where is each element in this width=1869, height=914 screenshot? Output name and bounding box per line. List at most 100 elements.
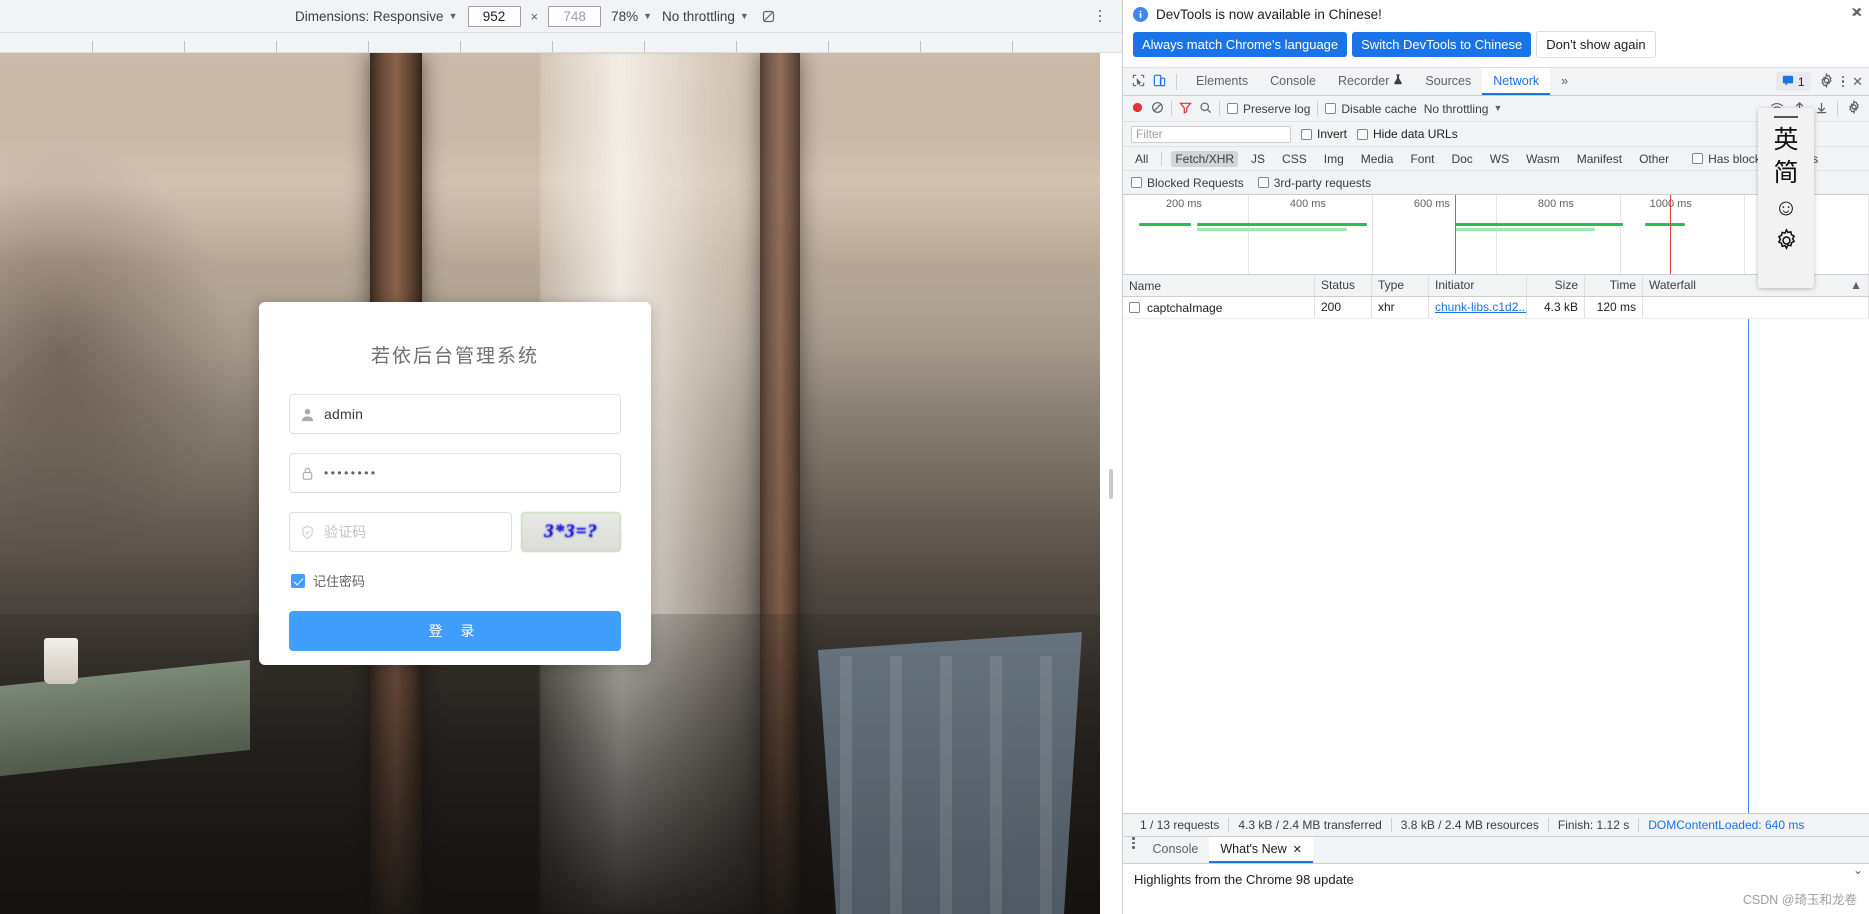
viewport-width-input[interactable]: 952 <box>467 5 521 27</box>
remember-me-row[interactable]: 记住密码 <box>291 571 621 590</box>
issues-counter[interactable]: 1 <box>1775 72 1811 91</box>
type-filter-wasm[interactable]: Wasm <box>1522 151 1564 167</box>
column-header-initiator[interactable]: Initiator <box>1429 275 1527 296</box>
drag-handle-icon[interactable] <box>1774 116 1798 118</box>
clear-icon[interactable] <box>1151 101 1164 117</box>
remember-me-checkbox[interactable] <box>291 573 305 588</box>
password-field[interactable]: •••••••• <box>289 453 621 493</box>
chevron-down-icon: ▼ <box>643 10 653 21</box>
drawer-tab-console[interactable]: Console <box>1142 837 1210 863</box>
column-header-waterfall[interactable]: Waterfall ▲ <box>1643 275 1869 296</box>
type-filter-all[interactable]: All <box>1131 151 1152 167</box>
gear-icon[interactable] <box>1819 72 1834 91</box>
third-party-requests-label: 3rd-party requests <box>1273 175 1372 190</box>
close-icon[interactable]: ✕ <box>1852 74 1863 90</box>
column-header-size[interactable]: Size <box>1527 275 1585 296</box>
type-filter-ws[interactable]: WS <box>1486 151 1513 167</box>
throttling-label: No throttling <box>1423 101 1489 116</box>
tab-network[interactable]: Network <box>1482 68 1551 95</box>
type-filter-js[interactable]: JS <box>1247 151 1269 167</box>
tab-recorder[interactable]: Recorder <box>1327 68 1414 95</box>
tab-label: Console <box>1270 73 1316 88</box>
filter-input[interactable]: Filter <box>1131 125 1291 143</box>
type-filter-manifest[interactable]: Manifest <box>1573 151 1626 167</box>
type-filter-media[interactable]: Media <box>1357 151 1398 167</box>
tab-overflow-button[interactable]: » <box>1550 68 1579 95</box>
rotate-icon[interactable] <box>759 7 778 26</box>
table-row[interactable]: captchaImage 200 xhr chunk-libs.c1d2... … <box>1123 297 1869 319</box>
checkbox-box <box>1325 103 1337 114</box>
password-value: •••••••• <box>324 466 378 480</box>
blocked-requests-label: Blocked Requests <box>1147 175 1244 190</box>
zoom-dropdown[interactable]: 78% ▼ <box>611 9 652 24</box>
column-header-type[interactable]: Type <box>1372 275 1429 296</box>
third-party-requests-checkbox[interactable]: 3rd-party requests <box>1257 175 1372 190</box>
drawer-tab-whats-new[interactable]: What's New ✕ <box>1209 837 1313 863</box>
disable-cache-checkbox[interactable]: Disable cache <box>1325 102 1417 116</box>
ime-script-toggle[interactable]: 简 <box>1773 159 1798 186</box>
invert-checkbox[interactable]: Invert <box>1301 127 1347 141</box>
hide-data-urls-checkbox[interactable]: Hide data URLs <box>1357 127 1458 141</box>
dont-show-again-button[interactable]: Don't show again <box>1536 31 1656 58</box>
type-filter-font[interactable]: Font <box>1406 151 1438 167</box>
cell-name[interactable]: captchaImage <box>1123 297 1315 318</box>
initiator-link[interactable]: chunk-libs.c1d2... <box>1435 300 1526 314</box>
search-icon[interactable] <box>1199 101 1212 117</box>
smiley-icon[interactable]: ☺ <box>1774 194 1797 221</box>
dimensions-dropdown[interactable]: Dimensions: Responsive ▼ <box>295 9 458 24</box>
status-resources: 3.8 kB / 2.4 MB resources <box>1392 818 1549 832</box>
cell-initiator[interactable]: chunk-libs.c1d2... <box>1429 297 1527 318</box>
record-icon[interactable] <box>1131 101 1144 117</box>
type-filter-img[interactable]: Img <box>1320 151 1348 167</box>
checkbox-box <box>1301 128 1312 140</box>
column-header-status[interactable]: Status <box>1315 275 1372 296</box>
type-filter-css[interactable]: CSS <box>1278 151 1311 167</box>
preserve-log-checkbox[interactable]: Preserve log <box>1227 102 1310 116</box>
captcha-image[interactable]: 3*3=? <box>521 512 621 552</box>
throttling-dropdown[interactable]: No throttling ▼ <box>662 9 749 24</box>
drawer-collapse-icon[interactable]: ⌄ <box>1853 863 1863 877</box>
viewport-height-input[interactable]: 748 <box>548 5 602 27</box>
always-match-language-button[interactable]: Always match Chrome's language <box>1133 32 1348 57</box>
drawer-tab-label: What's New <box>1220 842 1287 856</box>
gear-icon[interactable] <box>1847 99 1861 117</box>
filter-icon[interactable] <box>1179 101 1192 117</box>
network-throttling-dropdown[interactable]: No throttling ▼ <box>1424 102 1503 116</box>
cell-size: 4.3 kB <box>1527 297 1585 318</box>
tab-label: Elements <box>1196 73 1249 88</box>
gear-icon[interactable] <box>1774 227 1799 259</box>
drawer-tab-label: Console <box>1152 842 1199 856</box>
device-toolbar-icon[interactable] <box>1152 73 1167 91</box>
more-tools-icon[interactable] <box>1123 837 1142 863</box>
dimensions-label: Dimensions: Responsive <box>295 8 444 24</box>
column-header-name[interactable]: Name <box>1123 275 1315 296</box>
zoom-label: 78% <box>611 8 639 24</box>
login-submit-button[interactable]: 登 录 <box>289 611 621 651</box>
username-field[interactable]: admin <box>289 394 621 434</box>
pane-splitter[interactable] <box>1100 53 1122 914</box>
devtools-more-icon[interactable] <box>1841 75 1845 88</box>
switch-to-chinese-button[interactable]: Switch DevTools to Chinese <box>1352 32 1532 57</box>
blocked-requests-checkbox[interactable]: Blocked Requests <box>1131 176 1244 190</box>
tab-elements[interactable]: Elements <box>1185 68 1259 95</box>
inspect-element-icon[interactable] <box>1131 73 1146 91</box>
tab-sources[interactable]: Sources <box>1414 68 1482 95</box>
flask-icon <box>1393 73 1403 88</box>
shield-check-icon <box>290 525 324 540</box>
status-transferred: 4.3 kB / 2.4 MB transferred <box>1229 818 1392 832</box>
login-title: 若依后台管理系统 <box>370 346 539 367</box>
ime-language-toggle[interactable]: 英 <box>1773 126 1798 153</box>
device-toolbar-more-icon[interactable] <box>1092 8 1108 24</box>
tab-console[interactable]: Console <box>1259 68 1327 95</box>
ime-floating-panel[interactable]: 英 简 ☺ <box>1758 108 1814 288</box>
captcha-field[interactable]: 验证码 <box>289 512 512 552</box>
background-cup <box>44 638 78 684</box>
throttling-label: No throttling <box>662 8 735 24</box>
close-icon[interactable]: ✕ <box>1293 843 1302 856</box>
export-har-icon[interactable] <box>1815 101 1828 117</box>
window-close-icon[interactable]: ✕ <box>1852 5 1863 21</box>
type-filter-doc[interactable]: Doc <box>1447 151 1476 167</box>
type-filter-fetch-xhr[interactable]: Fetch/XHR <box>1171 150 1239 167</box>
type-filter-other[interactable]: Other <box>1635 151 1673 167</box>
column-header-time[interactable]: Time <box>1585 275 1643 296</box>
